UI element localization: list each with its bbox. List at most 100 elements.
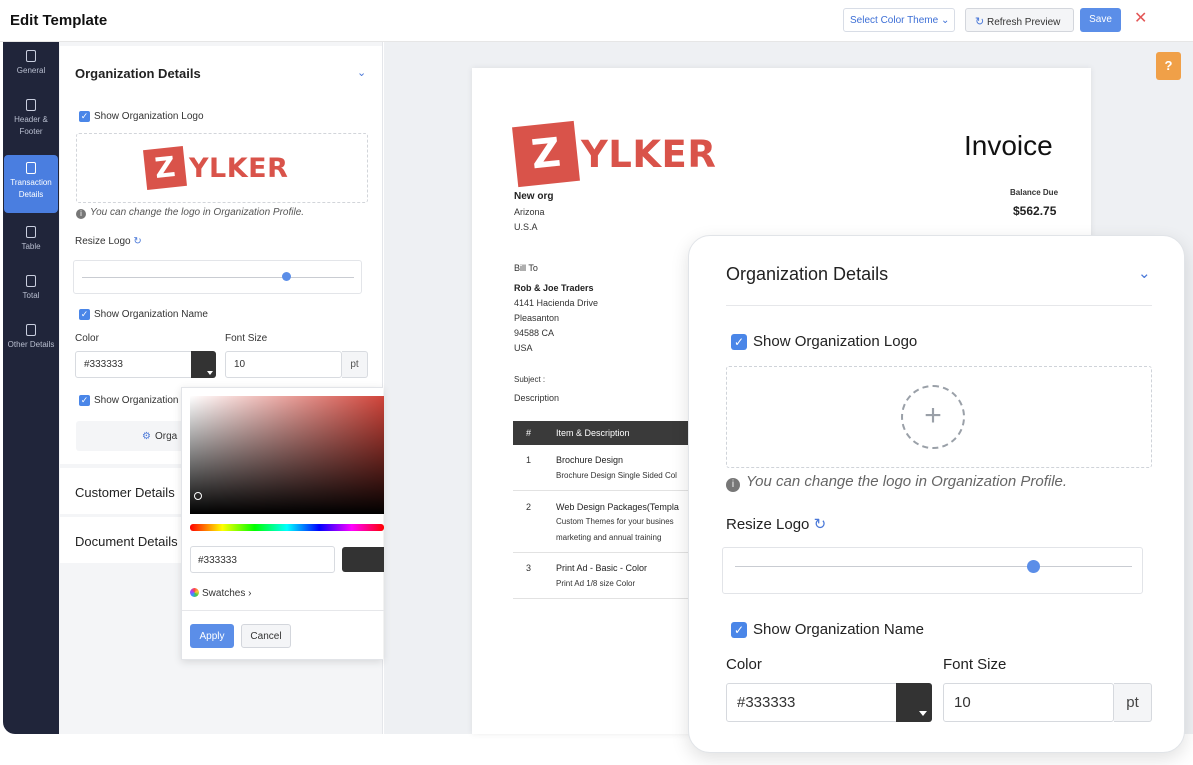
nav-label: Total [22, 291, 40, 300]
refresh-preview-button[interactable]: ↻ Refresh Preview [965, 8, 1074, 32]
nav-label: Table [21, 242, 41, 251]
invoice-logo: Z YLKER [512, 120, 717, 188]
chevron-down-icon[interactable]: ⌄ [357, 66, 366, 79]
row-item-desc-2: marketing and annual training [556, 533, 662, 542]
balance-due-label: Balance Due [1010, 188, 1059, 197]
slider-track [735, 566, 1132, 567]
font-unit: pt [342, 351, 368, 378]
divider [182, 610, 384, 611]
font-size-input[interactable]: 10 [943, 683, 1114, 722]
color-swatch-button[interactable] [896, 683, 932, 722]
save-button[interactable]: Save [1080, 8, 1121, 32]
show-logo-checkbox[interactable]: ✓ [731, 334, 747, 350]
row-item-desc: Custom Themes for your busines [556, 517, 674, 526]
nav-item-total[interactable]: Total [3, 275, 59, 302]
invoice-title: Invoice [964, 130, 1053, 161]
nav-item-header-footer[interactable]: Header & Footer [3, 99, 59, 138]
help-button[interactable]: ? [1156, 52, 1181, 80]
cancel-button[interactable]: Cancel [241, 624, 291, 648]
show-logo-checkbox[interactable]: ✓ [79, 111, 90, 122]
total-icon [26, 275, 36, 287]
show-name-label: Show Organization Name [753, 621, 924, 638]
color-label: Color [75, 333, 99, 344]
transaction-details-icon [26, 162, 36, 174]
chevron-right-icon: › [248, 588, 252, 599]
show-address-checkbox[interactable]: ✓ [79, 395, 90, 406]
row-divider [513, 490, 693, 491]
section-title: Customer Details [75, 485, 175, 500]
nav-item-table[interactable]: Table [3, 226, 59, 253]
font-size-input[interactable]: 10 [225, 351, 342, 378]
bill-to-label: Bill To [514, 263, 538, 273]
table-icon [26, 226, 36, 238]
hue-slider[interactable] [190, 524, 384, 531]
row-item-desc: Brochure Design Single Sided Col [556, 471, 677, 480]
close-icon[interactable]: ✕ [1134, 8, 1147, 28]
zoom-section-title: Organization Details [726, 264, 889, 284]
divider [726, 305, 1152, 306]
logo-note-text: You can change the logo in Organization … [90, 207, 305, 218]
apply-button[interactable]: Apply [190, 624, 234, 648]
color-theme-select[interactable]: Select Color Theme ⌄ [843, 8, 955, 32]
saturation-value-area[interactable] [190, 396, 384, 514]
customer-name: Rob & Joe Traders [514, 283, 594, 293]
show-logo-label: Show Organization Logo [753, 333, 918, 350]
show-name-checkbox[interactable]: ✓ [79, 309, 90, 320]
general-icon [26, 50, 36, 62]
left-nav: General Header & Footer Transaction Deta… [3, 42, 59, 734]
page-title: Edit Template [10, 12, 108, 29]
logo-upload-box[interactable]: + [726, 366, 1152, 468]
organization-address-label: Orga [154, 431, 178, 442]
palette-icon [190, 588, 199, 597]
nav-item-transaction-details[interactable]: Transaction Details [4, 155, 58, 213]
logo-note-text: You can change the logo in Organization … [746, 473, 1068, 490]
column-item: Item & Description [556, 428, 630, 438]
logo-preview-box: Z YLKER [76, 133, 368, 203]
add-logo-icon[interactable]: + [901, 385, 965, 449]
show-name-checkbox[interactable]: ✓ [731, 622, 747, 638]
row-number: 1 [526, 455, 532, 465]
other-details-icon [26, 324, 36, 336]
logo-text: YLKER [189, 152, 289, 184]
resize-logo-label: Resize Logo ↻ [726, 515, 826, 533]
row-divider [513, 552, 693, 553]
chevron-down-icon[interactable]: ⌄ [1138, 264, 1151, 282]
slider-handle[interactable] [1026, 560, 1040, 573]
caret-down-icon [919, 711, 927, 716]
row-item-name: Web Design Packages(Templa [556, 502, 679, 512]
refresh-icon: ↻ [975, 16, 985, 28]
row-number: 3 [526, 563, 532, 573]
resize-logo-slider[interactable] [73, 260, 362, 294]
refresh-preview-label: Refresh Preview [987, 17, 1061, 28]
caret-down-icon [207, 371, 213, 375]
color-cursor[interactable] [194, 492, 202, 500]
reset-icon[interactable]: ↻ [814, 516, 827, 533]
resize-logo-label: Resize Logo ↻ [75, 236, 142, 247]
nav-item-other-details[interactable]: Other Details [3, 324, 59, 351]
picker-hex-input[interactable]: #333333 [190, 546, 335, 573]
color-swatch-button[interactable] [191, 351, 216, 378]
template-editor: Edit Template Select Color Theme ⌄ ↻ Ref… [0, 0, 1193, 765]
customer-address-3: 94588 CA [514, 328, 555, 338]
color-label: Color [726, 656, 762, 673]
nav-label: Other Details [7, 340, 55, 349]
row-item-name: Brochure Design [556, 455, 624, 465]
nav-label: General [16, 66, 46, 75]
description-label: Description [514, 393, 560, 403]
slider-handle[interactable] [282, 272, 291, 281]
reset-icon[interactable]: ↻ [133, 236, 141, 247]
swatches-label: Swatches [202, 588, 246, 599]
resize-logo-slider[interactable] [722, 547, 1143, 594]
customer-address-2: Pleasanton [514, 313, 560, 323]
column-number: # [526, 428, 532, 438]
color-picker-popup: #333333 Swatches › Apply Cancel [181, 387, 384, 660]
org-name: New org [514, 191, 554, 202]
font-size-label: Font Size [943, 656, 1007, 673]
section-title: Organization Details [75, 66, 201, 81]
zylker-logo: Z YLKER [143, 146, 289, 190]
nav-item-general[interactable]: General [3, 50, 59, 77]
nav-label: Transaction Details [10, 178, 52, 199]
row-item-name: Print Ad - Basic - Color [556, 563, 648, 573]
logo-text: YLKER [581, 132, 717, 176]
swatches-toggle[interactable]: Swatches › [190, 588, 251, 599]
